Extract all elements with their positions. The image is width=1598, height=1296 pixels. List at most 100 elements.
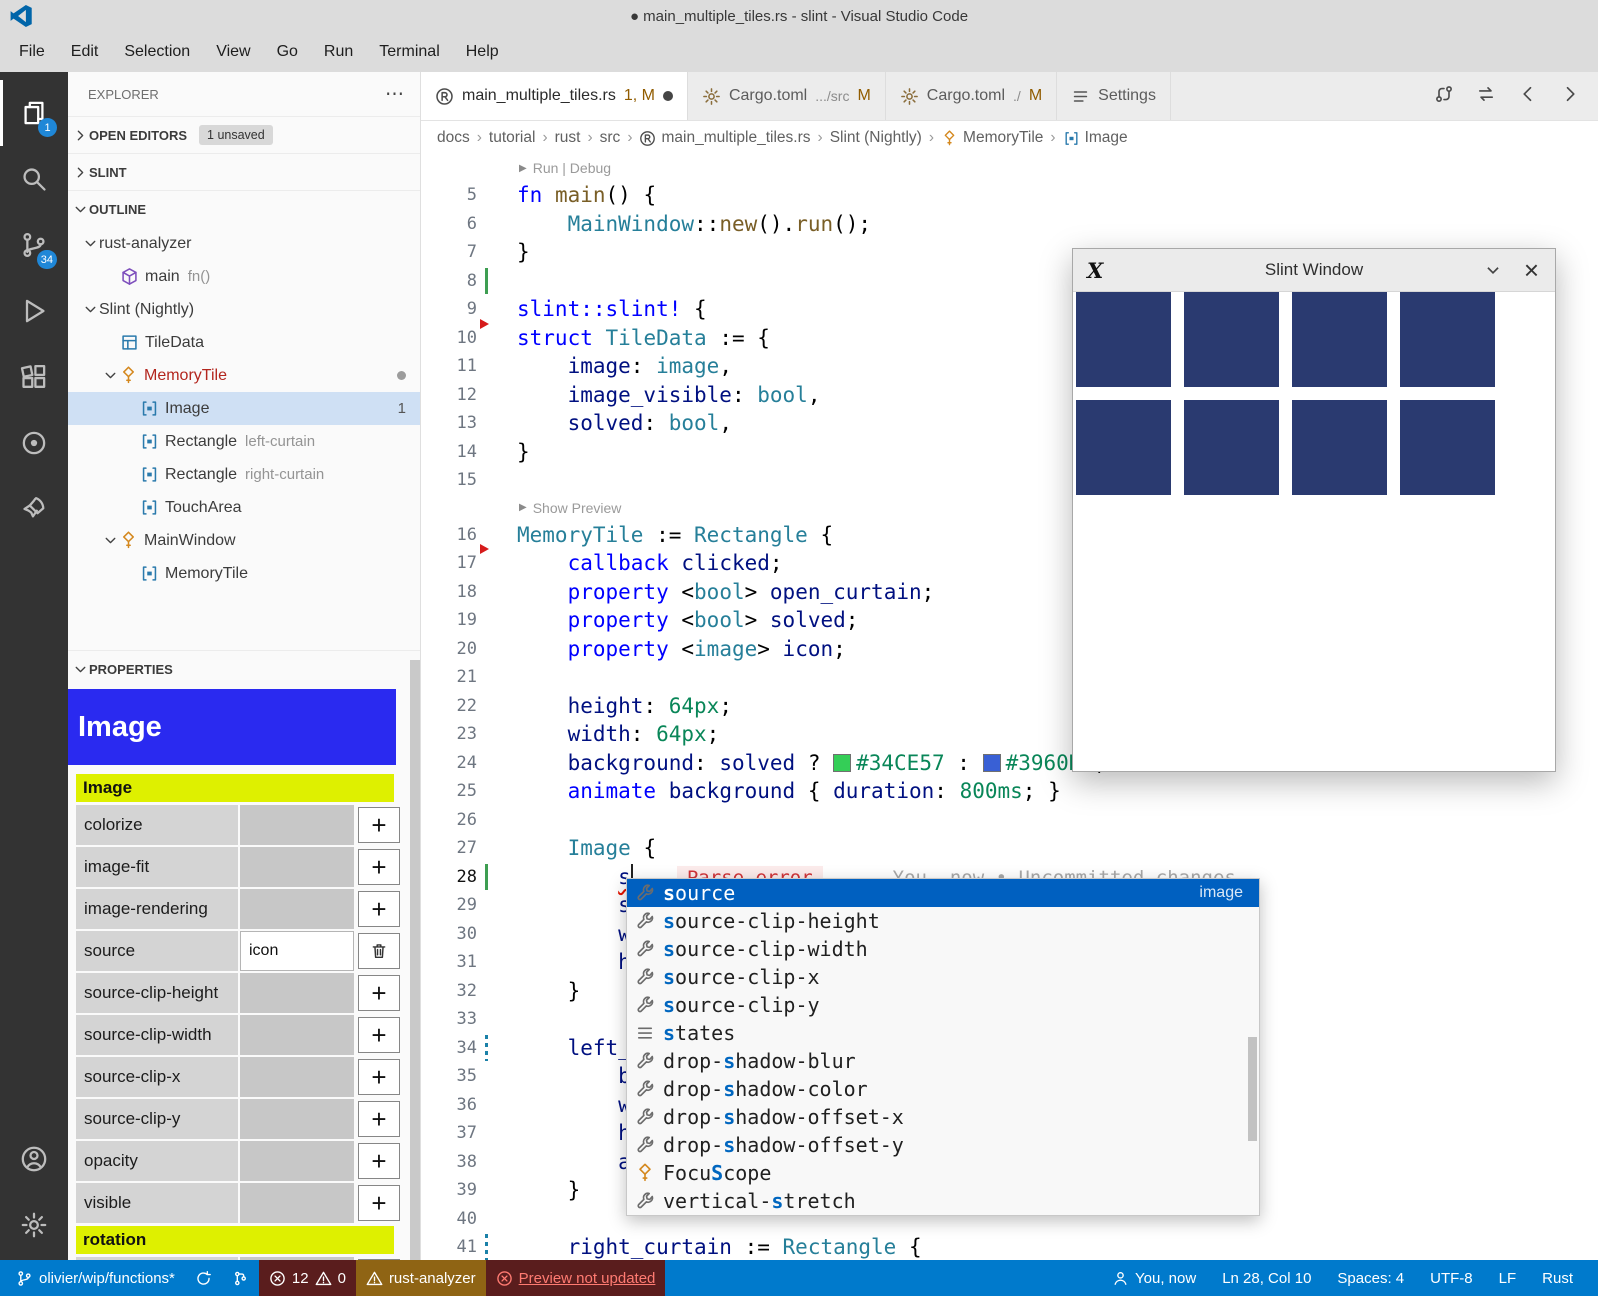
gutter[interactable]: [477, 863, 517, 892]
statusbar-indentation[interactable]: Spaces: 4: [1324, 1260, 1417, 1296]
autocomplete-scrollbar[interactable]: [1248, 1037, 1257, 1141]
gutter[interactable]: [477, 181, 517, 210]
outline-item-tiledata[interactable]: TileData: [68, 326, 420, 359]
breadcrumb-image[interactable]: Image: [1063, 129, 1128, 147]
outline-item-rectangle-right-curtain[interactable]: Rectangleright-curtain: [68, 458, 420, 491]
outline-item-image[interactable]: Image1: [68, 392, 420, 425]
gutter[interactable]: [477, 1148, 517, 1177]
activitybar-search[interactable]: [0, 146, 68, 212]
menu-terminal[interactable]: Terminal: [366, 37, 452, 67]
gutter[interactable]: [477, 238, 517, 267]
gutter[interactable]: [477, 920, 517, 949]
gutter[interactable]: [477, 1205, 517, 1234]
outline-item-rust-analyzer[interactable]: rust-analyzer: [68, 227, 420, 260]
add-property-button[interactable]: +: [358, 975, 400, 1011]
gutter[interactable]: [477, 606, 517, 635]
gutter[interactable]: [477, 409, 517, 438]
dirty-dot-icon[interactable]: [663, 91, 673, 101]
property-value[interactable]: [240, 973, 354, 1013]
property-value[interactable]: [240, 889, 354, 929]
gutter[interactable]: [477, 267, 517, 296]
memory-tile[interactable]: [1184, 400, 1279, 495]
suggestion-source-clip-x[interactable]: source-clip-x: [627, 963, 1259, 991]
activitybar-run-debug[interactable]: [0, 278, 68, 344]
tab-cargo-toml-src[interactable]: Cargo.toml.../srcM: [688, 72, 886, 120]
outline-item-memorytile[interactable]: MemoryTile: [68, 359, 420, 392]
gutter[interactable]: [477, 692, 517, 721]
suggestion-source[interactable]: sourceimage: [627, 879, 1259, 907]
chevron-down-icon[interactable]: [1484, 261, 1502, 279]
gutter[interactable]: [477, 806, 517, 835]
gutter[interactable]: [477, 891, 517, 920]
breadcrumb-tutorial[interactable]: tutorial: [489, 129, 536, 147]
suggestion-focuscope[interactable]: FocuScope: [627, 1159, 1259, 1187]
statusbar-rust-analyzer[interactable]: rust-analyzer: [356, 1260, 486, 1296]
gutter[interactable]: [477, 1119, 517, 1148]
gutter[interactable]: [477, 663, 517, 692]
more-actions-icon[interactable]: ⋯: [385, 83, 404, 106]
gutter[interactable]: [477, 578, 517, 607]
add-property-button[interactable]: +: [358, 891, 400, 927]
activitybar-account[interactable]: [0, 1126, 68, 1192]
menu-view[interactable]: View: [203, 37, 263, 67]
outline-item-memorytile[interactable]: MemoryTile: [68, 557, 420, 590]
statusbar-sync[interactable]: [185, 1260, 222, 1296]
outline-item-rectangle-left-curtain[interactable]: Rectangleleft-curtain: [68, 425, 420, 458]
tab-main-multiple-tiles[interactable]: main_multiple_tiles.rs1, M: [421, 72, 688, 120]
suggestion-drop-shadow-blur[interactable]: drop-shadow-blur: [627, 1047, 1259, 1075]
gutter[interactable]: [477, 324, 517, 353]
breadcrumb-src[interactable]: src: [600, 129, 621, 147]
gutter[interactable]: [477, 466, 517, 495]
menu-selection[interactable]: Selection: [111, 37, 203, 67]
menu-file[interactable]: File: [6, 37, 58, 67]
gutter[interactable]: [477, 834, 517, 863]
tab-settings[interactable]: Settings: [1057, 72, 1171, 120]
open-changes-button[interactable]: [1476, 84, 1496, 109]
gutter[interactable]: [477, 549, 517, 578]
add-property-button[interactable]: +: [358, 1185, 400, 1221]
breadcrumb-slint-nightly[interactable]: Slint (Nightly): [830, 129, 922, 147]
menu-run[interactable]: Run: [311, 37, 366, 67]
breadcrumb-docs[interactable]: docs: [437, 129, 470, 147]
sidebar-scrollbar[interactable]: [410, 660, 420, 1260]
suggestion-drop-shadow-offset-x[interactable]: drop-shadow-offset-x: [627, 1103, 1259, 1131]
menu-go[interactable]: Go: [264, 37, 311, 67]
property-value[interactable]: icon: [240, 931, 354, 971]
statusbar-cursor-position[interactable]: Ln 28, Col 10: [1209, 1260, 1324, 1296]
section-outline[interactable]: OUTLINE: [68, 190, 420, 227]
gutter[interactable]: [477, 210, 517, 239]
statusbar-branch[interactable]: olivier/wip/functions*: [6, 1260, 185, 1296]
breadcrumb-main-multiple-tiles-rs[interactable]: main_multiple_tiles.rs: [639, 129, 810, 147]
property-value[interactable]: [240, 1015, 354, 1055]
go-back-button[interactable]: [1518, 84, 1538, 109]
add-property-button[interactable]: +: [358, 1101, 400, 1137]
gutter[interactable]: [477, 1233, 517, 1260]
property-value[interactable]: [240, 805, 354, 845]
preview-titlebar[interactable]: X Slint Window ×: [1073, 249, 1555, 292]
gutter[interactable]: [477, 720, 517, 749]
suggestion-source-clip-width[interactable]: source-clip-width: [627, 935, 1259, 963]
section-open-editors[interactable]: OPEN EDITORS1 unsaved: [68, 116, 420, 153]
activitybar-explorer[interactable]: 1: [0, 80, 68, 146]
property-value[interactable]: [240, 1183, 354, 1223]
menu-help[interactable]: Help: [453, 37, 512, 67]
gutter[interactable]: [477, 1091, 517, 1120]
memory-tile[interactable]: [1292, 400, 1387, 495]
suggestion-source-clip-y[interactable]: source-clip-y: [627, 991, 1259, 1019]
gutter[interactable]: [477, 1176, 517, 1205]
add-property-button[interactable]: +: [358, 1017, 400, 1053]
statusbar-problems[interactable]: 120: [259, 1260, 356, 1296]
gutter[interactable]: [477, 948, 517, 977]
statusbar-language-mode[interactable]: Rust: [1529, 1260, 1586, 1296]
close-icon[interactable]: ×: [1524, 257, 1539, 283]
statusbar-gitlens-blame[interactable]: You, now: [1099, 1260, 1209, 1296]
gutter[interactable]: [477, 1034, 517, 1063]
add-property-button[interactable]: +: [358, 849, 400, 885]
activitybar-settings[interactable]: [0, 1192, 68, 1258]
section-properties[interactable]: PROPERTIES: [68, 650, 420, 687]
property-value[interactable]: [240, 847, 354, 887]
add-property-button[interactable]: +: [358, 1143, 400, 1179]
suggestion-drop-shadow-offset-y[interactable]: drop-shadow-offset-y: [627, 1131, 1259, 1159]
add-property-button[interactable]: +: [358, 807, 400, 843]
gutter[interactable]: [477, 749, 517, 778]
